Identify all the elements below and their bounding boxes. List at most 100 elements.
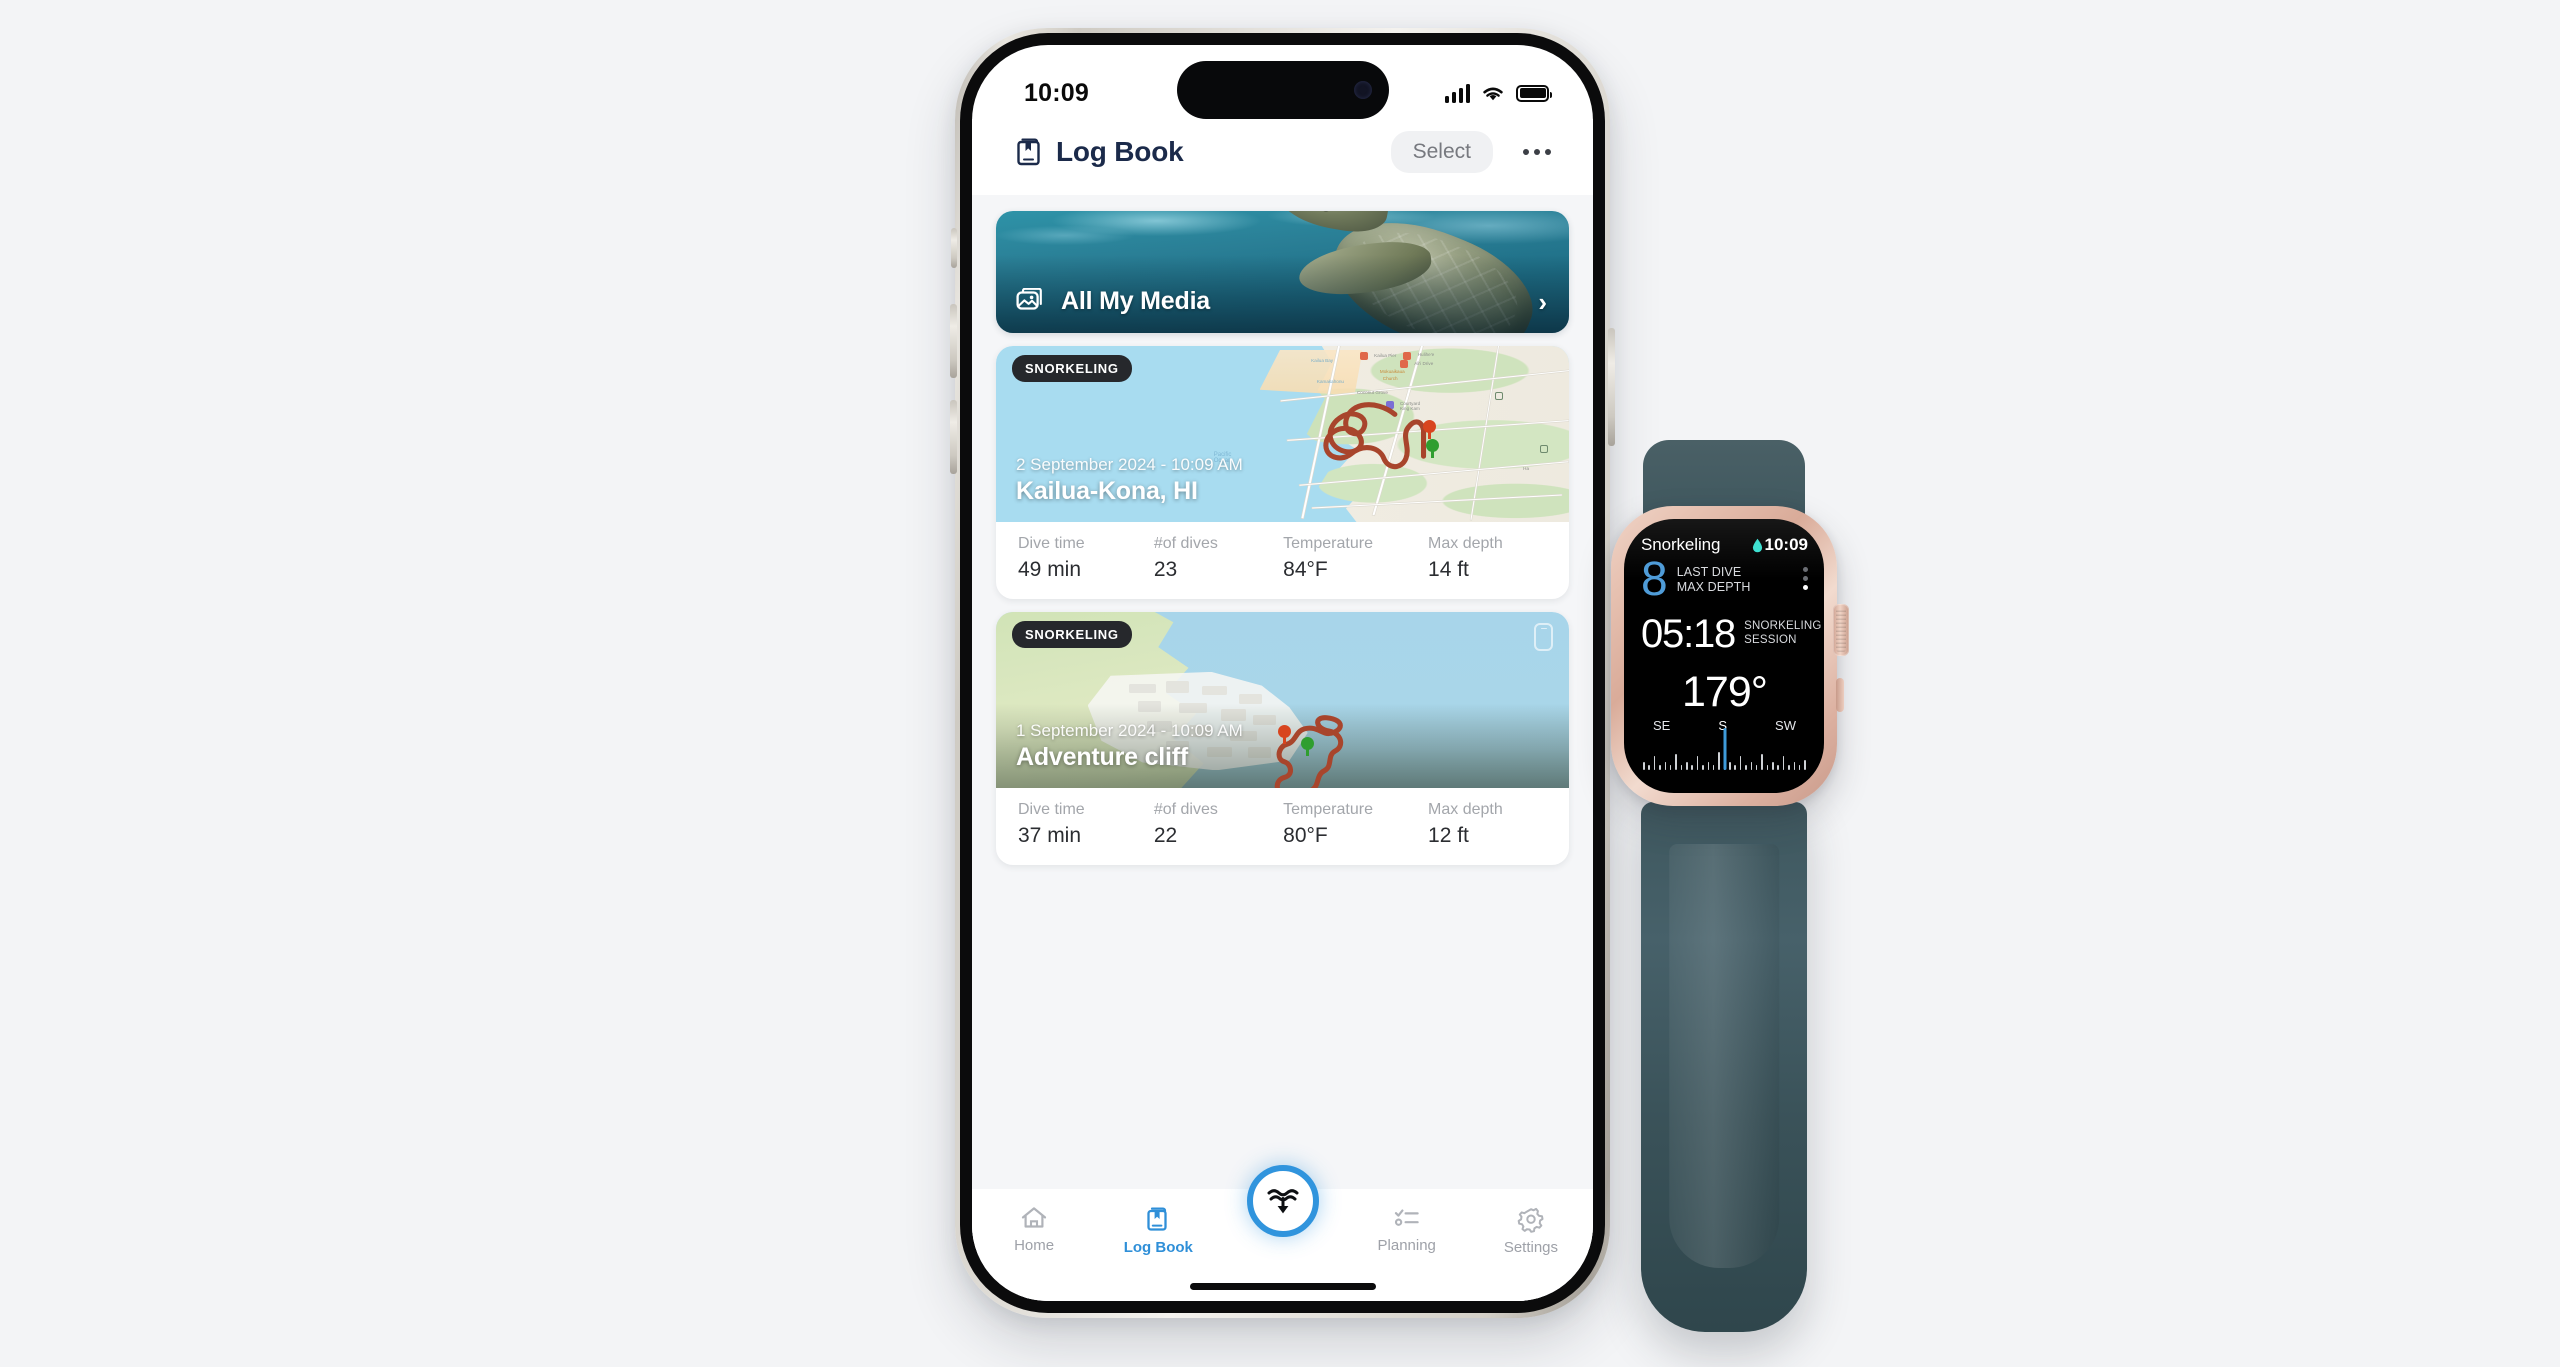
tab-label: Log Book (1123, 1239, 1193, 1256)
banner-label-row: All My Media › (996, 287, 1569, 316)
log-book-icon (1017, 138, 1040, 166)
select-button[interactable]: Select (1390, 131, 1493, 173)
watch-time-box: 10:09 (1752, 535, 1808, 555)
map-start-pin (1425, 439, 1439, 459)
water-drop-icon (1752, 538, 1762, 552)
stat-max-depth: Max depth 12 ft (1428, 801, 1547, 848)
dive-caption: 1 September 2024 - 10:09 AM Adventure cl… (1016, 721, 1243, 772)
compass-heading-value: 179° (1682, 668, 1768, 717)
max-depth-label-line2: MAX DEPTH (1676, 580, 1751, 595)
compass-dir-se: SE (1653, 718, 1671, 734)
watch-activity-title: Snorkeling (1641, 535, 1721, 554)
dive-location: Kailua-Kona, HI (1016, 477, 1198, 505)
session-label-line2: SESSION (1744, 634, 1797, 647)
apple-watch-device: Snorkeling 10:09 8 LAST DIVE MAX DEPTH 0… (1555, 440, 1895, 1340)
screenshot-stage: 10:09 Log Book Select All My Media › Kai… (0, 0, 2560, 1367)
stat-label: Max depth (1428, 801, 1503, 818)
max-depth-label: LAST DIVE MAX DEPTH (1677, 565, 1751, 595)
page-indicator[interactable] (1803, 567, 1808, 590)
stat-number-of-dives: #of dives 23 (1154, 535, 1283, 582)
tab-planning[interactable]: Planning (1345, 1205, 1469, 1254)
log-book-list[interactable]: All My Media › Kailua Pier Hulihe'e Ali'… (972, 195, 1593, 1301)
home-indicator[interactable] (1189, 1283, 1376, 1290)
dive-map-preview[interactable]: SNORKELING 1 September 2024 - 10:09 AM A… (996, 612, 1569, 788)
dive-date: 1 September 2024 - 10:09 AM (1016, 721, 1243, 740)
dive-card[interactable]: Kailua Pier Hulihe'e Ali'i Drive Mokuaik… (996, 346, 1569, 599)
max-depth-label-line1: LAST DIVE (1676, 565, 1742, 580)
stat-value: 37 min (1018, 824, 1082, 847)
session-time-value: 05:18 (1641, 612, 1736, 657)
tab-label: Home (1014, 1237, 1055, 1254)
phone-power-button[interactable] (1608, 328, 1615, 446)
digital-crown[interactable] (1833, 604, 1849, 656)
last-dive-max-depth-metric: 8 LAST DIVE MAX DEPTH (1641, 553, 1808, 606)
stat-value: 49 min (1018, 558, 1082, 581)
status-time: 10:09 (1024, 78, 1089, 107)
stat-label: Dive time (1018, 801, 1085, 818)
watch-case: Snorkeling 10:09 8 LAST DIVE MAX DEPTH 0… (1611, 506, 1849, 806)
phone-action-button[interactable] (951, 228, 957, 268)
more-ellipsis-icon[interactable] (1507, 143, 1555, 161)
stat-label: Temperature (1283, 801, 1373, 818)
home-icon (1021, 1207, 1047, 1228)
stat-temperature: Temperature 80°F (1283, 801, 1428, 848)
phone-volume-up-button[interactable] (950, 304, 957, 378)
stat-value: 12 ft (1428, 824, 1469, 847)
max-depth-value: 8 (1641, 553, 1668, 606)
stat-number-of-dives: #of dives 22 (1154, 801, 1283, 848)
dive-down-icon (1267, 1189, 1298, 1214)
activity-badge: SNORKELING (1012, 621, 1132, 648)
session-label: SNORKELING SESSION (1744, 620, 1821, 648)
dive-date: 2 September 2024 - 10:09 AM (1016, 455, 1243, 474)
stat-temperature: Temperature 84°F (1283, 535, 1428, 582)
phone-volume-down-button[interactable] (950, 400, 957, 474)
log-book-icon (1147, 1207, 1167, 1231)
stat-label: Dive time (1018, 535, 1085, 552)
tab-home[interactable]: Home (972, 1205, 1096, 1254)
stat-value: 22 (1153, 824, 1178, 847)
front-camera-icon (1353, 81, 1372, 99)
navigation-bar: Log Book Select (972, 119, 1593, 195)
all-my-media-label: All My Media (1061, 287, 1211, 315)
gear-icon (1517, 1207, 1544, 1233)
dive-card[interactable]: SNORKELING 1 September 2024 - 10:09 AM A… (996, 612, 1569, 865)
map-start-pin (1300, 736, 1314, 756)
dive-stats-row: Dive time 49 min #of dives 23 Temperatur… (996, 522, 1569, 599)
tab-label: Settings (1503, 1239, 1559, 1256)
tab-log-book[interactable]: Log Book (1096, 1205, 1220, 1256)
stat-value: 14 ft (1428, 558, 1469, 581)
watch-side-button[interactable] (1836, 678, 1844, 712)
all-my-media-banner[interactable]: All My Media › (996, 211, 1569, 333)
dive-location: Adventure cliff (1016, 743, 1189, 771)
stat-value: 84°F (1283, 558, 1328, 581)
photo-stack-icon (1016, 288, 1042, 310)
dynamic-island (1176, 61, 1389, 119)
tab-label: Planning (1377, 1237, 1436, 1254)
dive-map-preview[interactable]: Kailua Pier Hulihe'e Ali'i Drive Mokuaik… (996, 346, 1569, 522)
watch-status-row: Snorkeling 10:09 (1641, 535, 1808, 555)
status-bar: 10:09 (972, 45, 1593, 119)
iphone-device: 10:09 Log Book Select All My Media › Kai… (950, 28, 1615, 1318)
snorkeling-session-metric: 05:18 SNORKELING SESSION (1641, 612, 1821, 657)
start-dive-button[interactable] (1246, 1165, 1319, 1237)
checklist-icon (1394, 1209, 1419, 1226)
map-end-pin (1422, 419, 1436, 439)
compass-needle (1723, 728, 1726, 771)
page-title: Log Book (1056, 136, 1184, 167)
signal-bars-icon (1444, 83, 1470, 103)
phone-screen: 10:09 Log Book Select All My Media › Kai… (972, 45, 1593, 1301)
watch-time: 10:09 (1764, 535, 1808, 554)
stat-value: 23 (1153, 558, 1178, 581)
session-label-line1: SNORKELING (1744, 620, 1822, 633)
status-indicators (1444, 83, 1552, 103)
compass-dir-sw: SW (1775, 718, 1796, 734)
stat-dive-time: Dive time 49 min (1018, 535, 1154, 582)
dive-stats-row: Dive time 37 min #of dives 22 Temperatur… (996, 788, 1569, 865)
activity-badge: SNORKELING (1012, 355, 1132, 382)
stat-dive-time: Dive time 37 min (1018, 801, 1154, 848)
stat-label: Temperature (1283, 535, 1373, 552)
battery-full-icon (1516, 84, 1552, 102)
map-end-pin (1278, 724, 1292, 744)
stat-max-depth: Max depth 14 ft (1428, 535, 1547, 582)
watch-screen[interactable]: Snorkeling 10:09 8 LAST DIVE MAX DEPTH 0… (1624, 519, 1824, 793)
